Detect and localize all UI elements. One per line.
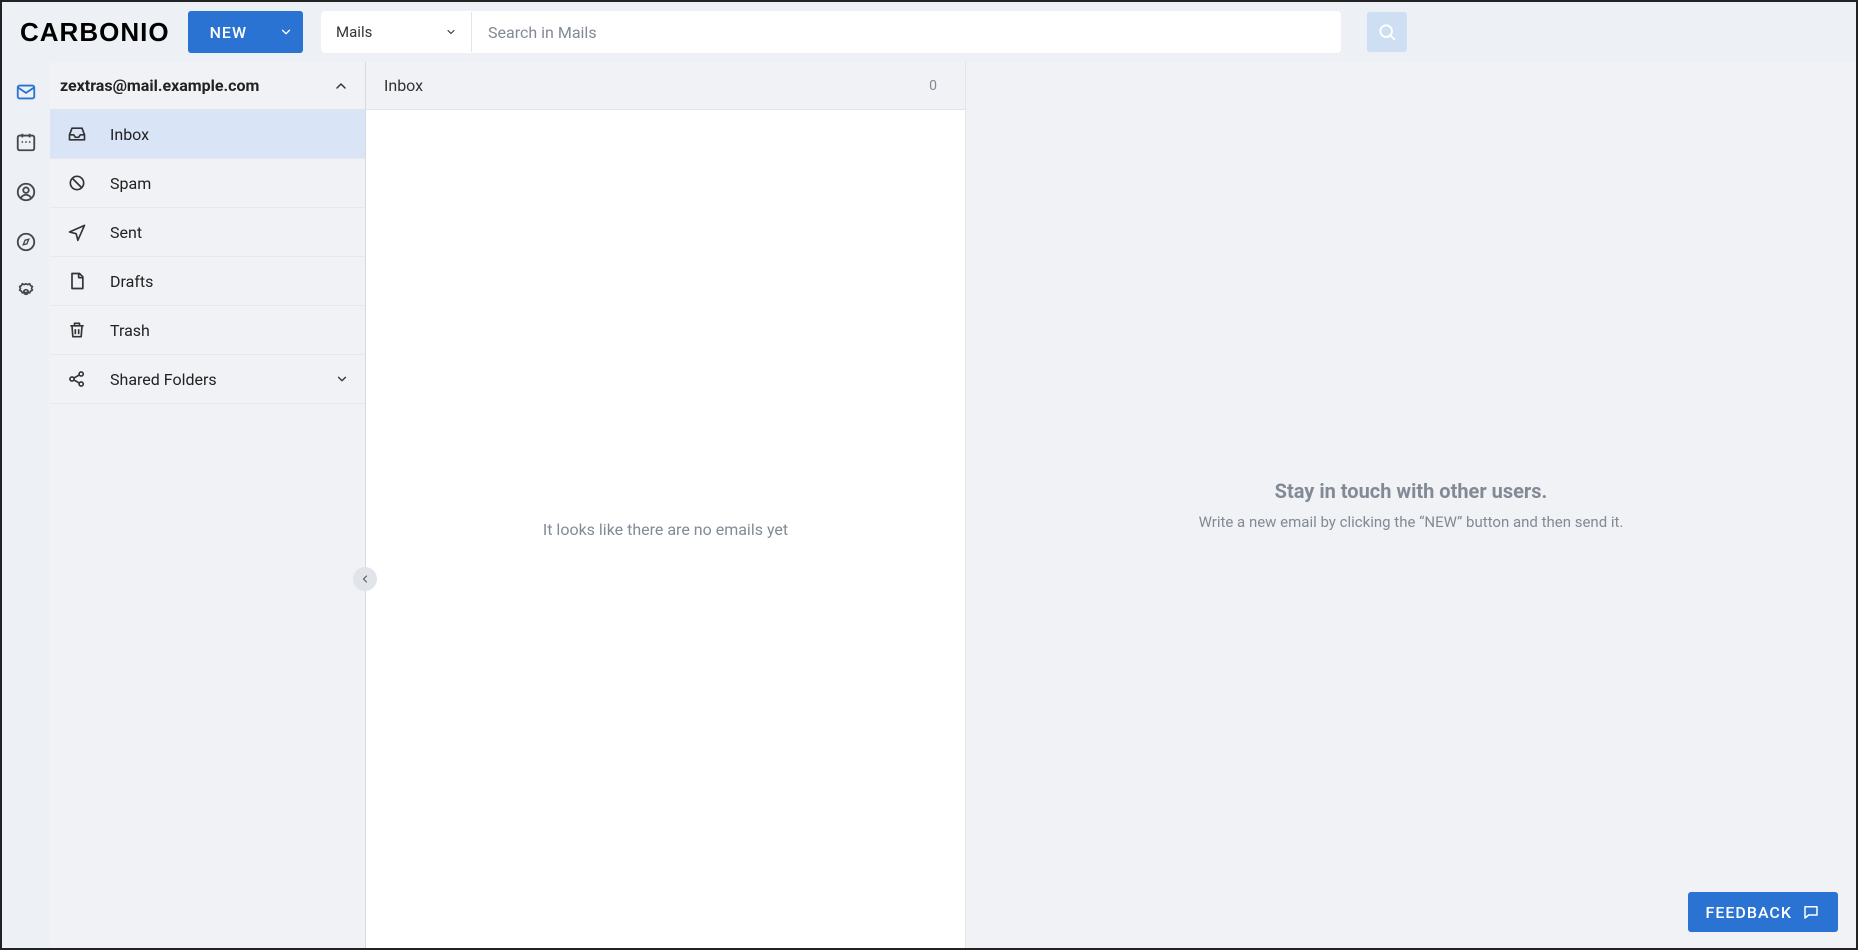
message-list-count: 0 bbox=[929, 78, 937, 94]
folder-inbox[interactable]: Inbox bbox=[50, 110, 365, 159]
chevron-up-icon bbox=[333, 78, 349, 94]
search-scope-label: Mails bbox=[336, 23, 372, 41]
inbox-icon bbox=[66, 123, 88, 145]
message-list-pane: Inbox 0 It looks like there are no email… bbox=[366, 62, 966, 948]
chevron-down-icon bbox=[279, 25, 293, 39]
sent-icon bbox=[66, 221, 88, 243]
compass-icon bbox=[15, 231, 37, 253]
chat-icon bbox=[1802, 903, 1820, 921]
search-icon bbox=[1377, 22, 1397, 42]
app-rail-contacts[interactable] bbox=[14, 180, 38, 204]
chevron-down-icon bbox=[335, 372, 349, 386]
calendar-icon bbox=[15, 131, 37, 153]
message-detail-empty: Stay in touch with other users. Write a … bbox=[1199, 479, 1624, 531]
message-detail-pane: Stay in touch with other users. Write a … bbox=[966, 62, 1856, 948]
sidebar-collapse-handle[interactable] bbox=[353, 567, 377, 591]
folder-label: Inbox bbox=[110, 125, 149, 144]
message-list-empty-text: It looks like there are no emails yet bbox=[543, 520, 788, 539]
trash-icon bbox=[66, 319, 88, 341]
folder-label: Trash bbox=[110, 321, 150, 340]
feedback-label: FEEDBACK bbox=[1706, 903, 1793, 922]
folder-list: Inbox Spam Sent bbox=[50, 110, 365, 404]
folder-label: Shared Folders bbox=[110, 370, 217, 389]
person-circle-icon bbox=[15, 181, 37, 203]
new-button-dropdown[interactable] bbox=[269, 25, 303, 39]
brand-logo: CARBONIO bbox=[20, 17, 170, 48]
search-input[interactable] bbox=[472, 12, 1340, 52]
folder-shared[interactable]: Shared Folders bbox=[50, 355, 365, 404]
app-rail-search[interactable] bbox=[14, 230, 38, 254]
new-button[interactable]: NEW bbox=[188, 11, 303, 53]
chevron-left-icon bbox=[359, 573, 371, 585]
folder-trash[interactable]: Trash bbox=[50, 306, 365, 355]
search-button[interactable] bbox=[1367, 12, 1407, 52]
topbar: CARBONIO NEW Mails bbox=[2, 2, 1856, 62]
folder-sent[interactable]: Sent bbox=[50, 208, 365, 257]
folder-label: Spam bbox=[110, 174, 151, 193]
drafts-icon bbox=[66, 270, 88, 292]
folder-drafts[interactable]: Drafts bbox=[50, 257, 365, 306]
message-list-header: Inbox 0 bbox=[366, 62, 965, 110]
gear-icon bbox=[15, 281, 37, 303]
message-list-empty: It looks like there are no emails yet bbox=[366, 110, 965, 948]
account-email: zextras@mail.example.com bbox=[60, 76, 259, 95]
search-scope-dropdown[interactable]: Mails bbox=[322, 12, 472, 52]
detail-empty-subtitle: Write a new email by clicking the “NEW” … bbox=[1199, 513, 1624, 531]
app-rail-mail[interactable] bbox=[14, 80, 38, 104]
spam-icon bbox=[66, 172, 88, 194]
message-list-title: Inbox bbox=[384, 76, 423, 95]
detail-empty-title: Stay in touch with other users. bbox=[1199, 479, 1624, 503]
app-rail-calendar[interactable] bbox=[14, 130, 38, 154]
app-rail bbox=[2, 62, 50, 948]
feedback-button[interactable]: FEEDBACK bbox=[1688, 892, 1839, 932]
new-button-label: NEW bbox=[188, 23, 269, 42]
folder-label: Sent bbox=[110, 223, 142, 242]
folder-label: Drafts bbox=[110, 272, 153, 291]
mail-icon bbox=[15, 81, 37, 103]
folder-spam[interactable]: Spam bbox=[50, 159, 365, 208]
sidebar: zextras@mail.example.com Inbox Spam bbox=[50, 62, 366, 948]
search-group: Mails bbox=[321, 11, 1341, 53]
app-rail-settings[interactable] bbox=[14, 280, 38, 304]
share-icon bbox=[66, 368, 88, 390]
account-row[interactable]: zextras@mail.example.com bbox=[50, 62, 365, 110]
chevron-down-icon bbox=[445, 26, 457, 38]
